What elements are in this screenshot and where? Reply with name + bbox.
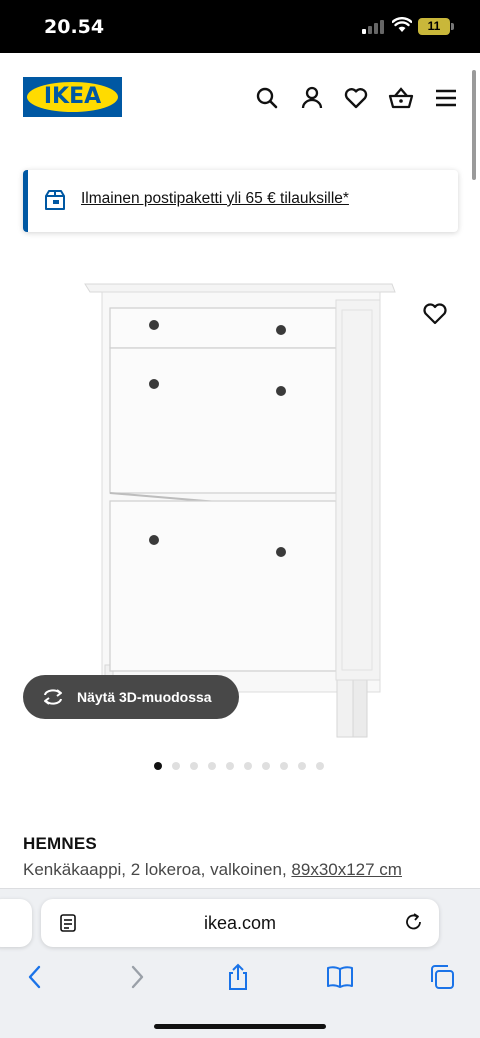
wifi-icon	[392, 17, 412, 32]
carousel-dot[interactable]	[280, 762, 288, 770]
wishlist-icon[interactable]	[343, 85, 369, 111]
delivery-box-icon	[45, 190, 65, 210]
tabs-icon[interactable]	[427, 962, 457, 992]
status-time: 20.54	[44, 16, 105, 38]
url-text[interactable]: ikea.com	[41, 913, 439, 934]
status-bar: 20.54 11	[0, 0, 480, 53]
banner-link[interactable]: Ilmainen postipaketti yli 65 € tilauksil…	[81, 190, 349, 208]
back-icon[interactable]	[20, 962, 50, 992]
shipping-banner[interactable]: Ilmainen postipaketti yli 65 € tilauksil…	[23, 170, 458, 232]
browser-toolbar: ikea.com	[0, 888, 480, 1038]
carousel-dot[interactable]	[190, 762, 198, 770]
home-indicator	[154, 1024, 326, 1029]
previous-tab-preview[interactable]	[0, 899, 32, 947]
logo-text: IKEA	[43, 84, 102, 109]
product-type: Kenkäkaappi, 2 lokeroa, valkoinen,	[23, 860, 292, 879]
address-bar[interactable]: ikea.com	[41, 899, 439, 947]
carousel-dot[interactable]	[262, 762, 270, 770]
scrollbar[interactable]	[472, 70, 476, 180]
product-description: Kenkäkaappi, 2 lokeroa, valkoinen, 89x30…	[23, 860, 402, 880]
view-3d-button[interactable]: Näytä 3D-muodossa	[23, 675, 239, 719]
forward-icon[interactable]	[122, 962, 152, 992]
carousel-dot[interactable]	[172, 762, 180, 770]
site-header: IKEA	[0, 53, 480, 143]
share-icon[interactable]	[223, 962, 253, 992]
carousel-dot[interactable]	[316, 762, 324, 770]
battery-indicator: 11	[418, 18, 454, 35]
signal-icon	[362, 20, 386, 34]
account-icon[interactable]	[299, 85, 325, 111]
carousel-dot[interactable]	[244, 762, 252, 770]
carousel-dot[interactable]	[298, 762, 306, 770]
view-3d-label: Näytä 3D-muodossa	[77, 689, 212, 705]
reload-icon[interactable]	[403, 911, 425, 933]
bookmarks-icon[interactable]	[325, 962, 355, 992]
image-carousel-dots[interactable]	[154, 762, 324, 770]
carousel-dot[interactable]	[208, 762, 216, 770]
product-dimensions-link[interactable]: 89x30x127 cm	[291, 860, 402, 879]
add-to-wishlist-button[interactable]	[420, 300, 450, 328]
carousel-dot[interactable]	[154, 762, 162, 770]
menu-icon[interactable]	[433, 85, 459, 111]
ikea-logo[interactable]: IKEA	[23, 77, 122, 117]
product-name: HEMNES	[23, 834, 97, 853]
rotate-3d-icon	[44, 689, 62, 705]
carousel-dot[interactable]	[226, 762, 234, 770]
search-icon[interactable]	[254, 85, 280, 111]
basket-icon[interactable]	[388, 85, 414, 111]
